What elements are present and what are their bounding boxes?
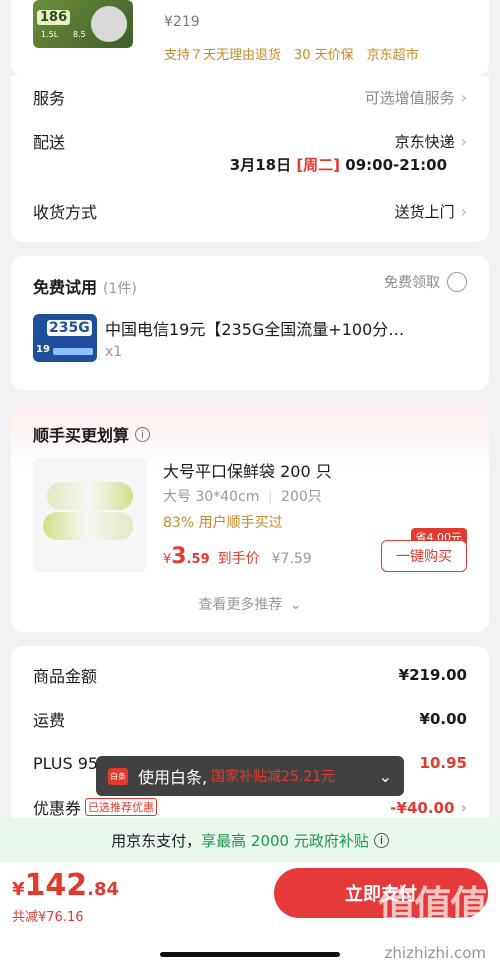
delivery-date: 3月18日 [229, 156, 292, 174]
delivery-row[interactable]: 配送 京东快递 › [33, 130, 467, 153]
delivery-label: 配送 [33, 133, 66, 152]
one-click-buy-button[interactable]: 一键购买 [381, 540, 467, 572]
total-int: 142 [24, 868, 88, 903]
summary-label: PLUS 95 [33, 753, 99, 773]
receive-row[interactable]: 收货方式 送货上门 › [33, 200, 467, 223]
coupon-tag: 已选推荐优惠 [85, 798, 158, 816]
addon-spec-count: 200只 [281, 489, 322, 505]
summary-label: 运费 [33, 711, 66, 730]
summary-value: ¥219.00 [398, 666, 467, 684]
free-item-name[interactable]: 中国电信19元【235G全国流量+100分… [105, 316, 404, 340]
baitiao-icon: 白条 [108, 767, 128, 785]
total-dec: .84 [87, 879, 120, 900]
delivery-carrier: 京东快递 › [394, 131, 467, 151]
more-recommend[interactable]: 查看更多推荐 ⌄ [11, 594, 489, 614]
info-icon[interactable]: i [135, 426, 151, 442]
addon-spec-size: 大号 30*40cm [163, 489, 260, 505]
free-claim-label: 免费领取 [384, 275, 440, 291]
chevron-down-icon: ⌄ [289, 597, 302, 613]
claim-radio[interactable] [447, 272, 467, 292]
service-value: 可选增值服务 › [364, 87, 467, 107]
gov-subsidy-banner[interactable]: 用京东支付， 享最高 2000 元政府补贴 i [0, 818, 500, 862]
watermark-logo: 值值值 [377, 883, 488, 927]
coupon-value: -¥40.00 › [390, 797, 467, 817]
delivery-card: 服务 可选增值服务 › 配送 京东快递 › 3月18日 [周二] 09:00-21:… [11, 76, 489, 242]
summary-label: 商品金额 [33, 667, 98, 686]
info-icon[interactable]: i [373, 832, 389, 848]
addon-product-name[interactable]: 大号平口保鲜袋 200 只 [163, 458, 332, 482]
free-trial-card: 免费试用 (1件) 免费领取 235G 19 中国电信19元【235G全国流量+… [11, 256, 489, 390]
sim-thumb-big: 235G [47, 320, 92, 336]
total-currency: ¥ [12, 879, 25, 900]
chevron-down-icon: ⌄ [378, 766, 392, 786]
gov-banner-highlight: 享最高 2000 元政府补贴 [201, 831, 369, 850]
checkout-footer: ¥ 142 .84 共减¥76.16 立即支付 值值值 zhizhizhi.co… [0, 862, 500, 970]
addon-title: 顺手买更划算 [33, 426, 130, 445]
summary-label: 优惠券 [33, 799, 82, 818]
baitiao-toast[interactable]: 白条 使用白条, 国家补贴减25.21元 ⌄ [96, 756, 404, 796]
free-item-qty: x1 [105, 344, 123, 360]
chevron-right-icon: › [460, 797, 467, 817]
summary-card: 商品金额 ¥219.00 运费 ¥0.00 PLUS 95 10.95 优惠券 … [11, 646, 489, 846]
sim-card-thumbnail[interactable]: 235G 19 [33, 314, 97, 362]
addon-price-dec: .59 [186, 552, 210, 567]
delivery-hours: 09:00-21:00 [345, 156, 447, 174]
chevron-right-icon: › [460, 201, 467, 221]
home-indicator [160, 952, 340, 957]
thumb-tag: 186 [37, 10, 71, 25]
thumb-sub2: 8.5 [73, 30, 86, 39]
product-card: 186 1.5L 8.5 ¥219 支持７天无理由退货 30 天价保 京东超市 [11, 0, 489, 76]
total-saved: 共减¥76.16 [12, 910, 84, 925]
service-label: 服务 [33, 89, 66, 108]
bag-roll-top [47, 482, 133, 510]
product-price: ¥219 [164, 14, 200, 30]
summary-row: 运费 ¥0.00 [33, 708, 467, 730]
total-price: ¥ 142 .84 [12, 868, 119, 903]
sim-thumb-bar [53, 348, 93, 355]
sim-thumb-small: 19 [36, 344, 50, 355]
delivery-weekday: [周二] [296, 156, 341, 174]
addon-price: ¥ 3 .59 到手价 ¥7.59 [163, 544, 312, 569]
free-claim[interactable]: 免费领取 [384, 272, 467, 292]
thumb-cooker [91, 6, 127, 42]
free-trial-title: 免费试用 [33, 278, 98, 297]
product-thumbnail[interactable]: 186 1.5L 8.5 [33, 0, 133, 48]
addon-thumbnail[interactable] [33, 458, 147, 572]
chevron-right-icon: › [460, 131, 467, 151]
toast-text: 使用白条, [138, 768, 208, 787]
thumb-sub: 1.5L [41, 30, 59, 39]
coupon-row[interactable]: 优惠券 已选推荐优惠 -¥40.00 › [33, 796, 467, 819]
receive-value: 送货上门 › [394, 201, 467, 221]
receive-label: 收货方式 [33, 203, 98, 222]
addon-price-int: 3 [171, 544, 187, 569]
service-row[interactable]: 服务 可选增值服务 › [33, 86, 467, 109]
more-recommend-label: 查看更多推荐 [198, 597, 283, 613]
addon-card: 顺手买更划算 i 大号平口保鲜袋 200 只 大号 30*40cm | 200只… [11, 404, 489, 632]
gov-banner-text: 用京东支付， [111, 831, 202, 850]
chevron-right-icon: › [460, 87, 467, 107]
addon-promo: 83% 用户顺手买过 [163, 515, 283, 531]
bag-roll-bottom [43, 512, 133, 540]
toast-highlight: 国家补贴减25.21元 [211, 769, 336, 785]
summary-row: 商品金额 ¥219.00 [33, 664, 467, 686]
addon-spec: 大号 30*40cm | 200只 [163, 489, 322, 505]
delivery-time: 3月18日 [周二] 09:00-21:00 [230, 154, 447, 175]
free-trial-count: (1件) [103, 281, 137, 297]
addon-price-label: 到手价 [217, 551, 260, 567]
summary-value: ¥0.00 [419, 710, 467, 728]
addon-orig-price: ¥7.59 [271, 551, 312, 567]
summary-value: 10.95 [419, 754, 467, 772]
service-tags: 支持７天无理由退货 30 天价保 京东超市 [164, 48, 419, 63]
watermark-text: zhizhizhi.com [384, 944, 486, 962]
